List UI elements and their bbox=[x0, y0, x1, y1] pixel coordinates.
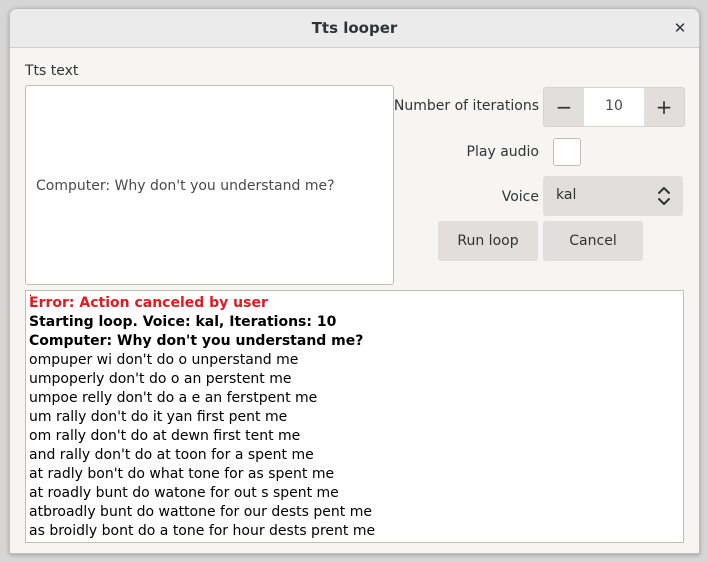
iterations-label: Number of iterations bbox=[393, 98, 539, 114]
log-line: at radly bon't do what tone for as spent… bbox=[29, 466, 335, 482]
increment-button[interactable]: + bbox=[644, 88, 684, 126]
tts-text-input[interactable]: Computer: Why don't you understand me? bbox=[25, 85, 394, 285]
log-lines: Error: Action canceled by user Starting … bbox=[29, 294, 375, 541]
plus-icon: + bbox=[655, 95, 673, 119]
log-line: om rally don't do at dewn first tent me bbox=[29, 428, 301, 444]
log-header-line: Computer: Why don't you understand me? bbox=[29, 333, 364, 349]
log-line: um rally don't do it yan first pent me bbox=[29, 409, 288, 425]
log-line: ompuper wi don't do o unperstand me bbox=[29, 352, 299, 368]
voice-label: Voice bbox=[501, 189, 539, 205]
minus-icon: − bbox=[555, 95, 573, 119]
log-line: at roadly bunt do watone for out s spent… bbox=[29, 485, 339, 501]
voice-selected: kal bbox=[556, 187, 577, 203]
close-icon: ✕ bbox=[673, 19, 687, 37]
log-line: as broidly bont do a tone for hour dests… bbox=[29, 523, 376, 539]
log-line: and rally don't do at toon for a spent m… bbox=[29, 447, 314, 463]
decrement-button[interactable]: − bbox=[544, 88, 584, 126]
output-log[interactable]: . Error: Action canceled by user Startin… bbox=[25, 288, 684, 543]
log-header-line: Starting loop. Voice: kal, Iterations: 1… bbox=[29, 314, 337, 330]
updown-chevron-icon bbox=[658, 187, 670, 205]
log-error-line: Error: Action canceled by user bbox=[29, 295, 268, 311]
tts-text-label: Tts text bbox=[25, 63, 79, 79]
cancel-button[interactable]: Cancel bbox=[543, 221, 643, 261]
app-window: Tts looper ✕ Tts text Computer: Why don'… bbox=[9, 8, 700, 554]
window-title: Tts looper bbox=[311, 19, 398, 37]
iterations-value[interactable]: 10 bbox=[584, 98, 644, 114]
close-button[interactable]: ✕ bbox=[669, 17, 691, 39]
play-audio-checkbox[interactable] bbox=[553, 138, 581, 166]
run-loop-button[interactable]: Run loop bbox=[438, 221, 538, 261]
title-bar: Tts looper ✕ bbox=[10, 9, 699, 48]
log-line: atbroadly bunt do wattone for our dests … bbox=[29, 504, 372, 520]
log-line: umpoe relly don't do a e an ferstpent me bbox=[29, 390, 318, 406]
tts-text-value: Computer: Why don't you understand me? bbox=[36, 178, 335, 194]
iterations-spinner: − 10 + bbox=[543, 87, 685, 127]
log-line: umpoperly don't do o an perstent me bbox=[29, 371, 292, 387]
voice-select[interactable]: kal bbox=[543, 176, 683, 216]
play-audio-label: Play audio bbox=[466, 144, 539, 160]
